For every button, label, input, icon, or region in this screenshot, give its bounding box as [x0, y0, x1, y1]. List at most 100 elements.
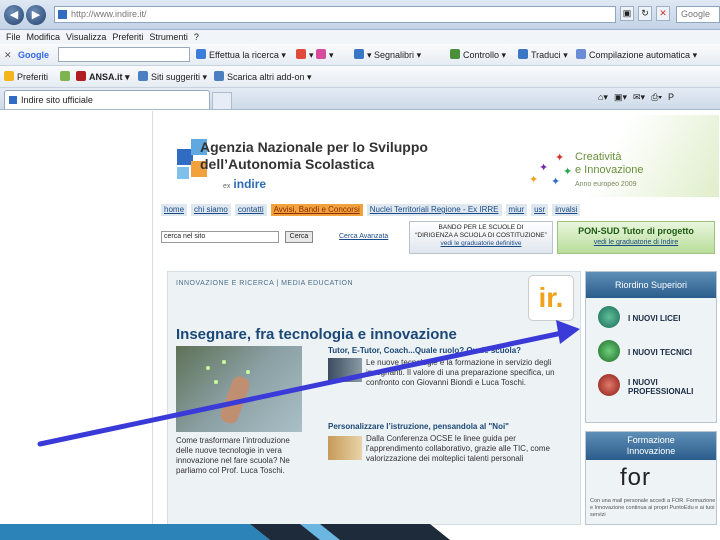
close-toolbar-icon[interactable]: ✕ — [4, 48, 12, 62]
site-search-input[interactable]: cerca nel sito — [161, 231, 279, 243]
bando-line-1: BANDO PER LE SCUOLE DI — [438, 224, 524, 231]
check-button[interactable]: Controllo ▾ — [450, 48, 506, 62]
menu-file[interactable]: File — [6, 30, 21, 44]
bando-link[interactable]: vedi le graduatorie definitive — [410, 240, 552, 248]
ansa-label: ANSA.it — [89, 72, 123, 82]
section-kicker: INNOVAZIONE E RICERCA | MEDIA EDUCATION — [176, 280, 354, 287]
seal-icon — [598, 340, 620, 362]
nav-miur[interactable]: miur — [505, 204, 528, 216]
page-icon — [58, 10, 67, 19]
pon-sud-banner[interactable]: PON-SUD Tutor di progetto vedi le gradua… — [557, 221, 715, 254]
home-icon[interactable]: ⌂▾ — [598, 92, 608, 103]
site-search-value: cerca nel sito — [164, 233, 206, 240]
creativity-subtitle: Anno europeo 2009 — [575, 181, 637, 188]
google-search-input[interactable] — [58, 47, 190, 62]
mail-icon[interactable]: ✉▾ — [633, 92, 645, 103]
nav-nuclei[interactable]: Nuclei Territoriali Regione - Ex IRRE — [366, 204, 502, 216]
featured-headline[interactable]: Insegnare, fra tecnologia e innovazione — [176, 326, 457, 343]
formazione-title: Formazione Innovazione — [586, 432, 716, 460]
tab-page-icon — [9, 96, 17, 104]
forward-button[interactable]: ▶ — [26, 5, 46, 25]
browser-search-input[interactable]: Google — [676, 6, 720, 23]
translate-icon — [518, 49, 528, 59]
menu-preferiti[interactable]: Preferiti — [112, 30, 143, 44]
nav-usr[interactable]: usr — [531, 204, 549, 216]
creativity-line-1: Creatività — [575, 151, 622, 163]
tools-icon — [296, 49, 306, 59]
nuovi-professionali-label: I NUOVI PROFESSIONALI — [628, 378, 694, 396]
google-search-button[interactable]: Effettua la ricerca ▾ — [196, 48, 286, 62]
nuovi-professionali-link[interactable]: I NUOVI PROFESSIONALI — [594, 374, 716, 402]
riordino-box: Riordino Superiori I NUOVI LICEI I NUOVI… — [585, 271, 717, 423]
suggested-sites-link[interactable]: Siti suggeriti ▾ — [138, 70, 207, 84]
site-navigation: home chi siamo contatti Avvisi, Bandi e … — [161, 204, 717, 216]
ansa-link[interactable]: ANSA.it ▾ — [76, 70, 130, 84]
page-menu-icon[interactable]: P — [668, 92, 674, 103]
article-2-text: Dalla Conferenza OCSE le linee guida per… — [366, 434, 550, 463]
bookmarks-button[interactable]: ▾ Segnalibri ▾ — [354, 48, 421, 62]
article-2-thumbnail[interactable] — [328, 436, 362, 460]
nav-contatti[interactable]: contatti — [234, 204, 267, 216]
toolbar-tools-icons[interactable]: ▾ ▾ — [296, 48, 334, 62]
indire-logo[interactable]: ex indire — [223, 177, 266, 191]
nuovi-licei-label: I NUOVI LICEI — [628, 314, 681, 323]
tab-indire[interactable]: Indire sito ufficiale — [4, 90, 210, 109]
site-search-button[interactable]: Cerca — [285, 231, 313, 243]
stop-icon[interactable]: ✕ — [656, 6, 670, 21]
formazione-line-2: Innovazione — [626, 446, 676, 456]
nuovi-licei-link[interactable]: I NUOVI LICEI — [594, 306, 716, 334]
nav-invalsi[interactable]: invalsi — [552, 204, 581, 216]
page-viewport: Agenzia Nazionale per lo Sviluppo dell’A… — [0, 111, 720, 540]
addons-link[interactable]: Scarica altri add-on ▾ — [214, 70, 312, 84]
advanced-search-link[interactable]: Cerca Avanzata — [339, 233, 388, 240]
add-favorite-glyph — [60, 71, 70, 81]
formazione-box[interactable]: Formazione Innovazione for Con una mail … — [585, 431, 717, 525]
menu-modifica[interactable]: Modifica — [27, 30, 61, 44]
translate-button[interactable]: Traduci ▾ — [518, 48, 568, 62]
new-tab-button[interactable] — [212, 92, 232, 109]
back-button[interactable]: ◀ — [4, 5, 24, 25]
indire-site: Agenzia Nazionale per lo Sviluppo dell’A… — [152, 111, 719, 525]
compat-view-icon[interactable]: ▣ — [620, 6, 634, 21]
address-bar[interactable]: http://www.indire.it/ — [54, 6, 616, 23]
seal-icon — [598, 306, 620, 328]
add-favorite-icon[interactable] — [60, 70, 73, 84]
ir-logo[interactable]: ir. — [528, 275, 574, 321]
refresh-icon[interactable]: ↻ — [638, 6, 652, 21]
nav-chi-siamo[interactable]: chi siamo — [191, 204, 231, 216]
print-icon[interactable]: ⎙▾ — [651, 92, 662, 103]
agency-title: Agenzia Nazionale per lo Sviluppo dell’A… — [200, 139, 428, 172]
nuovi-tecnici-link[interactable]: I NUOVI TECNICI — [594, 340, 716, 368]
nuovi-tecnici-label: I NUOVI TECNICI — [628, 348, 693, 357]
article-1-title[interactable]: Tutor, E-Tutor, Coach...Quale ruolo? Qua… — [328, 346, 521, 355]
nav-avvisi[interactable]: Avvisi, Bandi e Concorsi — [270, 204, 363, 216]
favorites-star-icon — [4, 71, 14, 81]
browser-search-placeholder: Google — [681, 9, 711, 19]
featured-photo[interactable] — [176, 346, 302, 432]
command-bar: ⌂▾ ▣▾ ✉▾ ⎙▾ P — [598, 92, 674, 103]
google-toolbar: ✕ Google Effettua la ricerca ▾ ▾ ▾ ▾ Seg… — [0, 44, 720, 66]
autofill-icon — [576, 49, 586, 59]
bando-banner[interactable]: BANDO PER LE SCUOLE DI “DIRIGENZA A SCUO… — [409, 221, 553, 254]
ansa-icon — [76, 71, 86, 81]
menu-strumenti[interactable]: Strumenti — [149, 30, 188, 44]
article-2-title[interactable]: Personalizzare l’istruzione, pensandola … — [328, 422, 509, 431]
check-label: Controllo — [463, 50, 500, 60]
menu-help[interactable]: ? — [194, 30, 199, 44]
menu-visualizza[interactable]: Visualizza — [66, 30, 106, 44]
feeds-icon[interactable]: ▣▾ — [614, 92, 627, 103]
favorites-button[interactable]: Preferiti — [4, 70, 48, 84]
hand-pointer-image — [218, 374, 252, 426]
google-brand: Google — [18, 50, 49, 60]
logo-text: indire — [233, 177, 267, 191]
article-1-thumbnail[interactable] — [328, 358, 362, 382]
autofill-label: Compilazione automatica — [589, 50, 691, 60]
tab-title: Indire sito ufficiale — [21, 95, 93, 105]
suggested-sites-icon — [138, 71, 148, 81]
pon-link[interactable]: vedi le graduatorie di Indire — [558, 237, 714, 248]
autofill-button[interactable]: Compilazione automatica ▾ — [576, 48, 697, 62]
favorites-label: Preferiti — [17, 72, 49, 82]
featured-caption: Come trasformare l’introduzione delle nu… — [176, 436, 290, 475]
nav-home[interactable]: home — [161, 204, 188, 216]
creativity-title: Creatività e Innovazione — [575, 151, 644, 177]
